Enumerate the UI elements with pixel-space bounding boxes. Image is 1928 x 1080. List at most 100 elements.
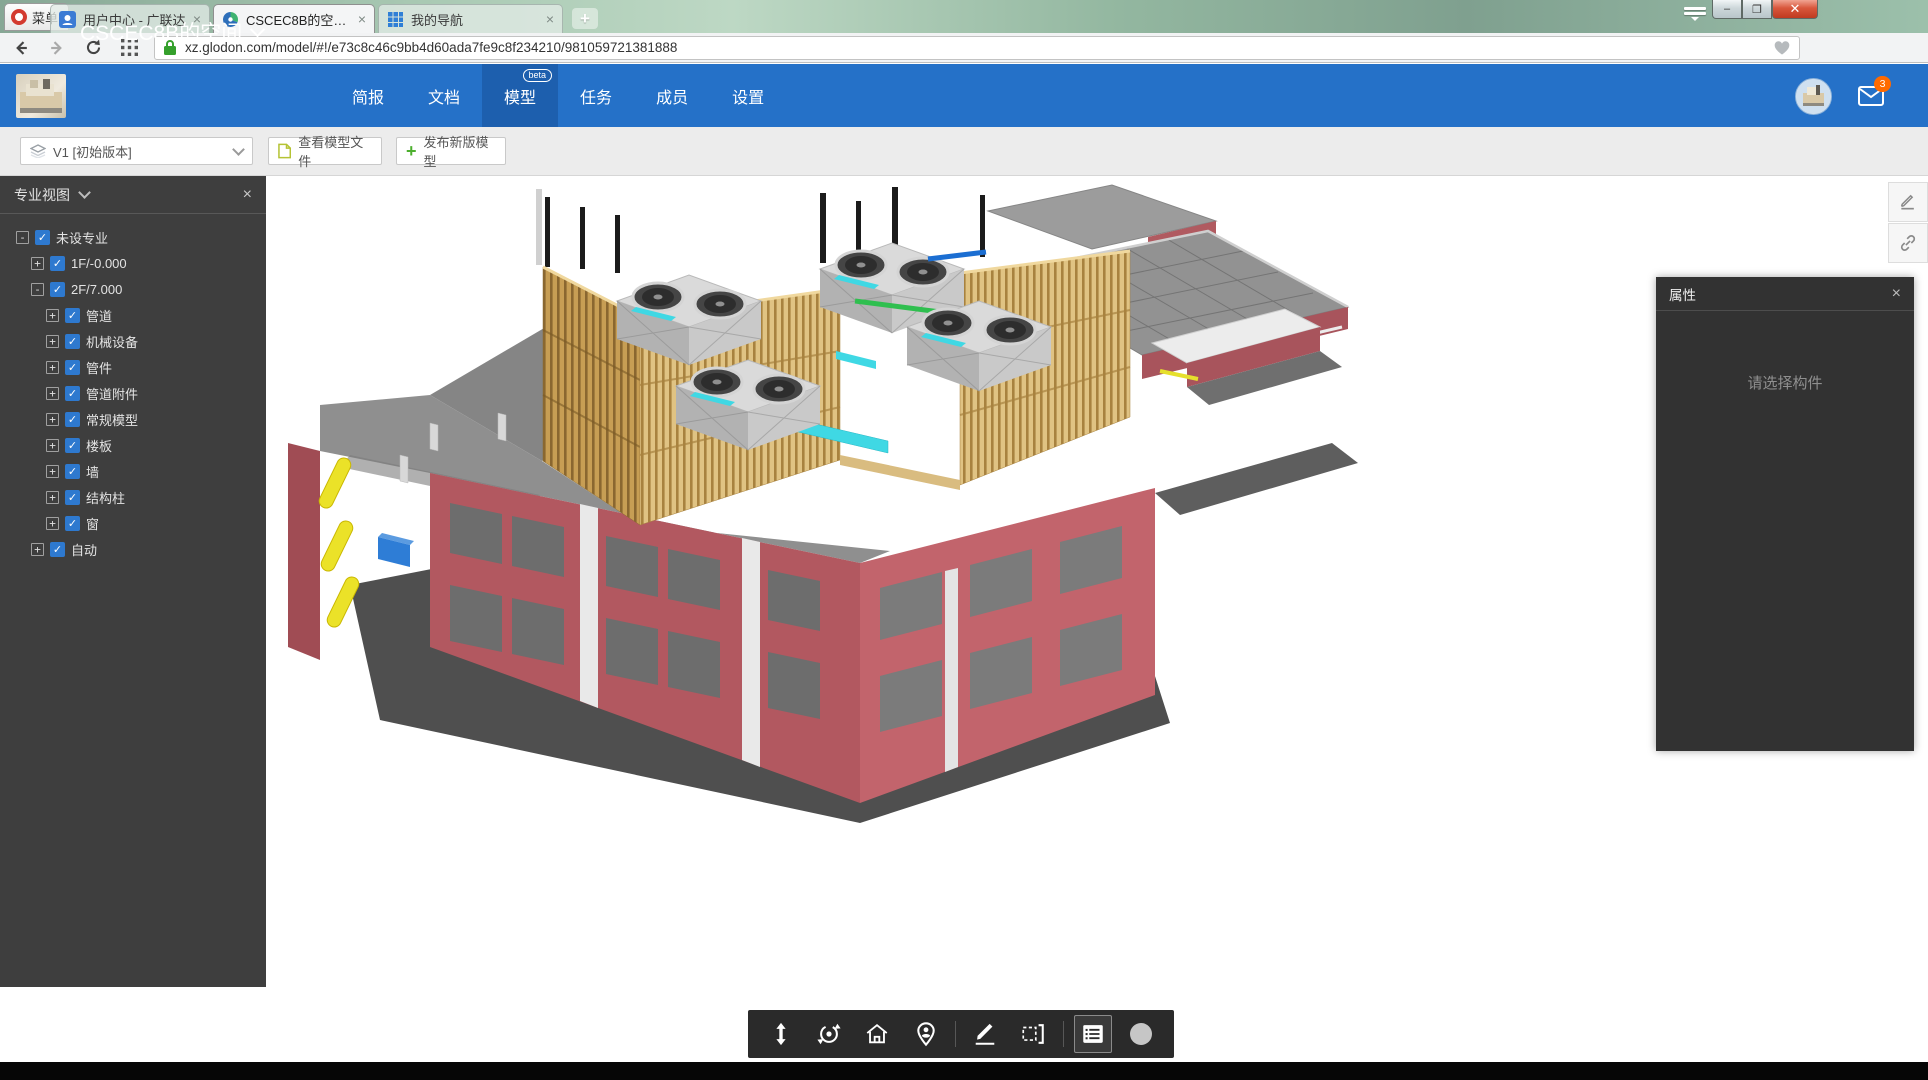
user-center-favicon	[59, 11, 76, 28]
nav-members[interactable]: 成员	[634, 64, 710, 127]
workspace-title[interactable]: CSCEC8B的空间	[80, 0, 263, 63]
checkbox[interactable]: ✓	[65, 464, 80, 479]
close-button[interactable]: ✕	[1772, 0, 1818, 19]
expander-icon[interactable]: -	[16, 231, 29, 244]
panel-close-icon[interactable]: ×	[243, 186, 252, 204]
properties-empty-text: 请选择构件	[1656, 372, 1914, 393]
checkbox[interactable]: ✓	[65, 490, 80, 505]
expander-icon[interactable]: +	[46, 413, 59, 426]
workspace-logo[interactable]	[16, 74, 66, 118]
properties-title: 属性	[1669, 284, 1696, 304]
user-avatar[interactable]	[1795, 78, 1832, 115]
minimize-button[interactable]: –	[1712, 0, 1742, 19]
home-view-button[interactable]	[858, 1015, 896, 1053]
message-count-badge: 3	[1874, 76, 1891, 92]
tree-row[interactable]: + ✓ 墙	[0, 458, 312, 484]
checkbox[interactable]: ✓	[65, 386, 80, 401]
bottom-strip	[0, 1062, 1928, 1080]
forward-icon[interactable]	[42, 36, 72, 60]
checkbox[interactable]: ✓	[65, 412, 80, 427]
tree-label: 窗	[86, 514, 99, 533]
orbit-button[interactable]	[810, 1015, 848, 1053]
checkbox[interactable]: ✓	[50, 256, 65, 271]
checkbox[interactable]: ✓	[65, 334, 80, 349]
tree-row[interactable]: + ✓ 1F/-0.000	[0, 250, 297, 276]
markup-pencil-button[interactable]	[1888, 182, 1928, 222]
chevron-down-icon	[250, 22, 266, 38]
checkbox[interactable]: ✓	[65, 516, 80, 531]
browser-logo-icon	[11, 9, 27, 25]
workspace-logo-image	[16, 74, 66, 118]
properties-panel: 属性 × 请选择构件	[1656, 277, 1914, 751]
tree-row[interactable]: + ✓ 管件	[0, 354, 312, 380]
link-chain-button[interactable]	[1888, 223, 1928, 263]
tab-title: 我的导航	[411, 10, 539, 29]
nav-model[interactable]: 模型 beta	[482, 64, 558, 127]
discipline-panel-title: 专业视图	[14, 185, 70, 205]
maximize-button[interactable]: ❐	[1742, 0, 1772, 19]
checkbox[interactable]: ✓	[65, 360, 80, 375]
expander-icon[interactable]: +	[46, 361, 59, 374]
nav-tasks[interactable]: 任务	[558, 64, 634, 127]
version-selector[interactable]: V1 [初始版本]	[20, 137, 253, 165]
tree-row[interactable]: + ✓ 自动	[0, 536, 297, 562]
nav-documents[interactable]: 文档	[406, 64, 482, 127]
expander-icon[interactable]: +	[31, 257, 44, 270]
expander-icon[interactable]: +	[46, 517, 59, 530]
section-box-button[interactable]	[1014, 1015, 1052, 1053]
model-list-button[interactable]	[1074, 1015, 1112, 1053]
checkbox[interactable]: ✓	[35, 230, 50, 245]
tree-label: 常规模型	[86, 410, 138, 429]
toolbar-divider	[1063, 1021, 1064, 1047]
expander-icon[interactable]: +	[31, 543, 44, 556]
app-header	[0, 64, 1928, 127]
tree-row[interactable]: + ✓ 常规模型	[0, 406, 312, 432]
tree-row[interactable]: + ✓ 楼板	[0, 432, 312, 458]
back-icon[interactable]	[6, 36, 36, 60]
tree-row[interactable]: - ✓ 未设专业	[0, 224, 282, 250]
tree-row[interactable]: + ✓ 结构柱	[0, 484, 312, 510]
favorite-heart-icon[interactable]	[1773, 40, 1791, 56]
render-sphere-button[interactable]	[1122, 1015, 1160, 1053]
window-controls: – ❐ ✕	[1712, 0, 1818, 19]
expander-icon[interactable]: +	[46, 309, 59, 322]
expander-icon[interactable]: +	[46, 465, 59, 478]
tree-row[interactable]: + ✓ 机械设备	[0, 328, 312, 354]
beta-badge: beta	[523, 69, 553, 82]
checkbox[interactable]: ✓	[65, 438, 80, 453]
main-nav: 简报 文档 模型 beta 任务 成员 设置	[330, 64, 786, 127]
tab-my-navigation[interactable]: 我的导航 ×	[378, 4, 563, 33]
first-person-button[interactable]	[907, 1015, 945, 1053]
tree-label: 楼板	[86, 436, 112, 455]
expander-icon[interactable]: +	[46, 439, 59, 452]
markup-pen-button[interactable]	[966, 1015, 1004, 1053]
tab-close-icon[interactable]: ×	[546, 12, 554, 26]
properties-close-icon[interactable]: ×	[1892, 285, 1901, 303]
chevron-down-icon[interactable]	[78, 186, 91, 199]
tree-label: 自动	[71, 540, 97, 559]
tree-label: 机械设备	[86, 332, 138, 351]
tree-row[interactable]: - ✓ 2F/7.000	[0, 276, 297, 302]
tree-label: 管道	[86, 306, 112, 325]
expander-icon[interactable]: +	[46, 491, 59, 504]
checkbox[interactable]: ✓	[50, 542, 65, 557]
expander-icon[interactable]: +	[46, 387, 59, 400]
url-field[interactable]: xz.glodon.com/model/#!/e73c8c46c9bb4d60a…	[154, 36, 1800, 60]
new-tab-button[interactable]: +	[572, 8, 598, 29]
tree-row[interactable]: + ✓ 窗	[0, 510, 312, 536]
elevation-arrows-button[interactable]	[762, 1015, 800, 1053]
model-3d-view[interactable]	[280, 155, 1380, 855]
discipline-view-panel: 专业视图 × - ✓ 未设专业 + ✓ 1F/-0.000 - ✓ 2F/7.0…	[0, 176, 266, 987]
checkbox[interactable]: ✓	[50, 282, 65, 297]
nav-briefing[interactable]: 简报	[330, 64, 406, 127]
checkbox[interactable]: ✓	[65, 308, 80, 323]
nav-settings[interactable]: 设置	[710, 64, 786, 127]
window-menu-icon[interactable]	[1678, 7, 1712, 27]
expander-icon[interactable]: -	[31, 283, 44, 296]
tree-row[interactable]: + ✓ 管道附件	[0, 380, 312, 406]
layers-icon	[30, 144, 46, 158]
version-selected-text: V1 [初始版本]	[53, 142, 132, 161]
tree-row[interactable]: + ✓ 管道	[0, 302, 312, 328]
expander-icon[interactable]: +	[46, 335, 59, 348]
tab-close-icon[interactable]: ×	[358, 12, 366, 26]
